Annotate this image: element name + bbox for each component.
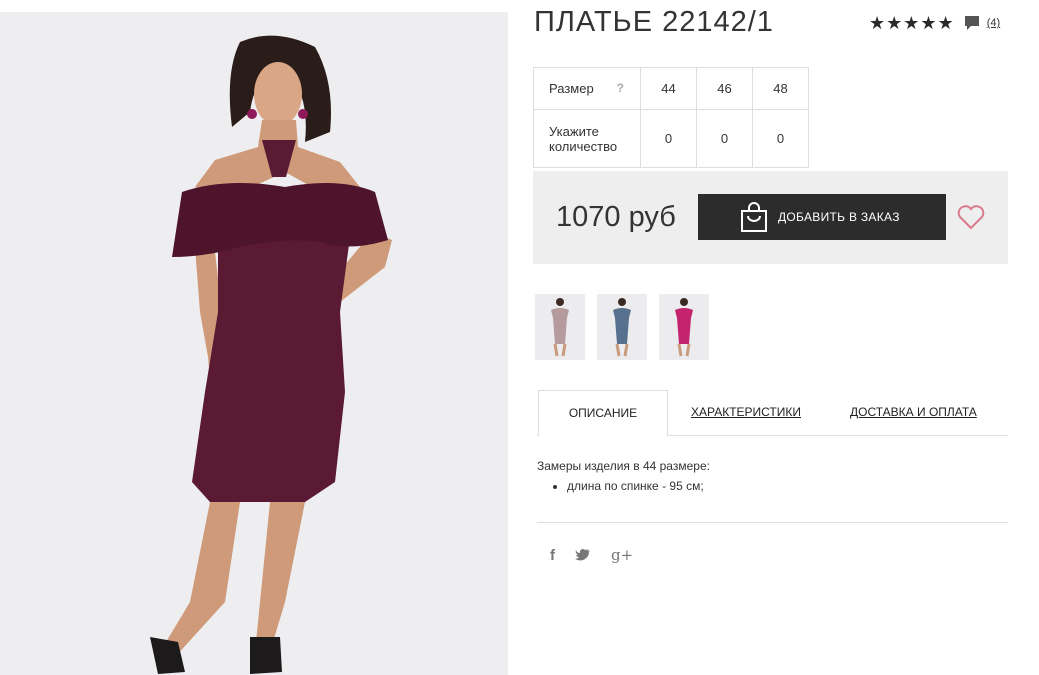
heart-icon[interactable] [957, 204, 985, 230]
purchase-panel: 1070 руб ДОБАВИТЬ В ЗАКАЗ [533, 171, 1008, 264]
quantity-input[interactable]: 0 [696, 109, 753, 168]
add-to-order-label: ДОБАВИТЬ В ЗАКАЗ [778, 210, 900, 224]
tab-characteristics[interactable]: ХАРАКТЕРИСТИКИ [691, 390, 801, 434]
product-photo[interactable] [0, 12, 508, 675]
product-tabs: ОПИСАНИЕ ХАРАКТЕРИСТИКИ ДОСТАВКА И ОПЛАТ… [537, 390, 1008, 437]
size-label-cell: Размер ? [533, 67, 641, 110]
quantity-input[interactable]: 0 [640, 109, 697, 168]
shopping-bag-icon [741, 202, 767, 232]
size-option[interactable]: 44 [640, 67, 697, 110]
quantity-row: Укажите количество 0 0 0 [533, 109, 809, 168]
google-plus-icon[interactable]: g+ [611, 546, 633, 564]
product-title: ПЛАТЬЕ 22142/1 [534, 6, 774, 38]
size-table: Размер ? 44 46 48 Укажите количество 0 0… [533, 67, 809, 168]
quantity-label-cell: Укажите количество [533, 109, 641, 168]
list-item: длина по спинке - 95 см; [567, 479, 710, 493]
rating: ★★★★★ (4) [869, 14, 1000, 32]
help-icon[interactable]: ? [617, 81, 624, 95]
description-content: Замеры изделия в 44 размере: длина по сп… [537, 459, 710, 493]
twitter-icon[interactable] [575, 548, 591, 562]
size-option[interactable]: 48 [752, 67, 809, 110]
price: 1070 руб [556, 201, 676, 233]
color-thumbnails [535, 294, 709, 360]
quantity-label-line2: количество [549, 138, 618, 154]
rating-stars[interactable]: ★★★★★ [869, 14, 955, 32]
facebook-icon[interactable]: f [550, 547, 555, 564]
tab-description[interactable]: ОПИСАНИЕ [538, 390, 668, 437]
quantity-label-line1: Укажите [549, 123, 599, 139]
thumbnail-magenta[interactable] [659, 294, 709, 360]
size-label: Размер [549, 81, 594, 96]
divider [537, 522, 1008, 523]
comment-icon[interactable] [963, 15, 981, 31]
description-list: длина по спинке - 95 см; [537, 479, 710, 493]
size-row: Размер ? 44 46 48 [533, 67, 809, 110]
quantity-input[interactable]: 0 [752, 109, 809, 168]
size-option[interactable]: 46 [696, 67, 753, 110]
add-to-order-button[interactable]: ДОБАВИТЬ В ЗАКАЗ [698, 194, 946, 240]
thumbnail-blue[interactable] [597, 294, 647, 360]
thumbnail-mauve[interactable] [535, 294, 585, 360]
social-share: f g+ [550, 546, 633, 564]
tab-delivery[interactable]: ДОСТАВКА И ОПЛАТА [850, 390, 977, 434]
review-count-link[interactable]: (4) [987, 17, 1000, 29]
description-intro: Замеры изделия в 44 размере: [537, 459, 710, 473]
